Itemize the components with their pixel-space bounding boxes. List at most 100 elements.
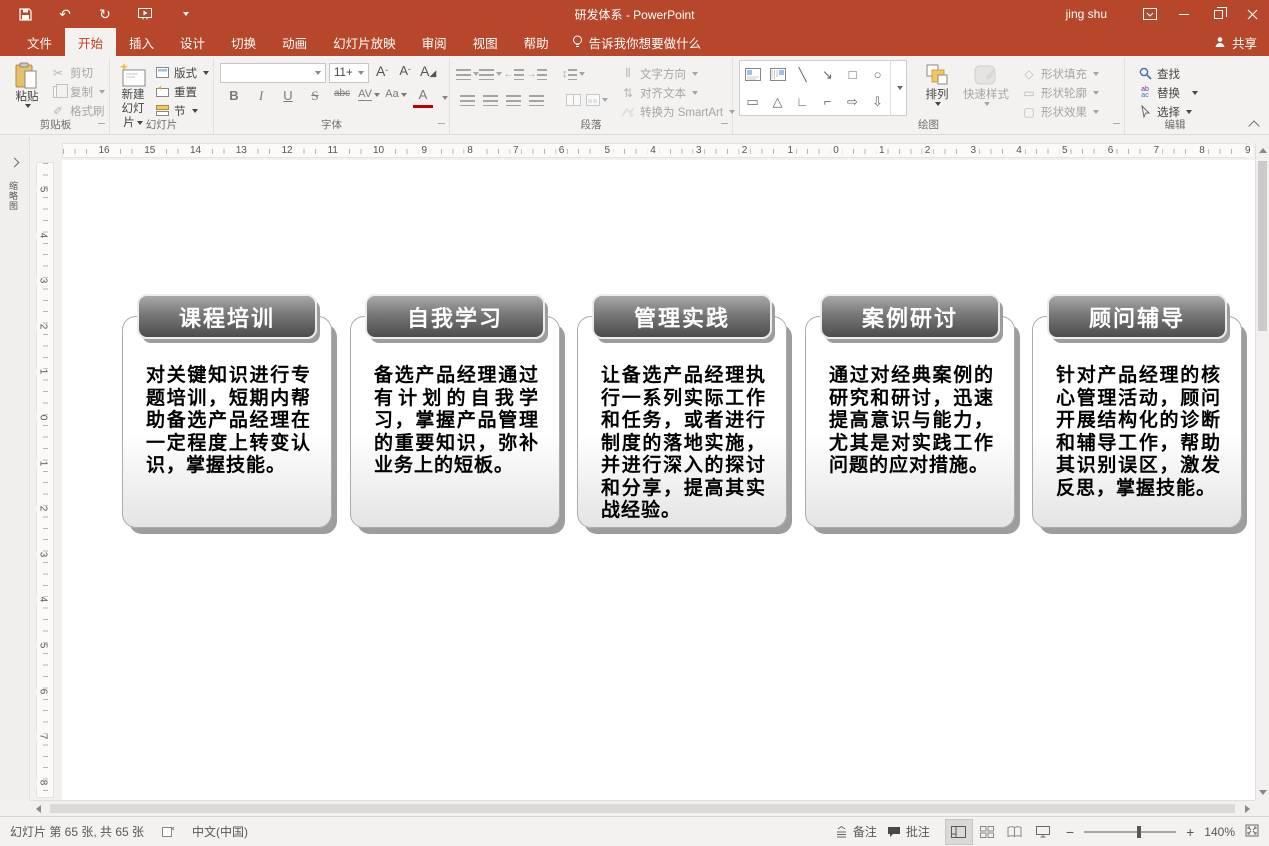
card-4[interactable]: 顾问辅导针对产品经理的核心管理活动，顾问开展结构化的诊断和辅导工作，帮助其识别误… xyxy=(1032,316,1242,528)
save-button[interactable] xyxy=(16,5,34,23)
slide-sorter-view-button[interactable] xyxy=(974,820,1000,844)
align-left-button[interactable] xyxy=(456,90,479,110)
reading-view-button[interactable] xyxy=(1002,820,1028,844)
minimize-button[interactable] xyxy=(1167,0,1201,28)
shape-gallery-more-button[interactable] xyxy=(890,61,906,115)
tab-2[interactable]: 插入 xyxy=(116,28,167,56)
tab-5[interactable]: 动画 xyxy=(269,28,320,56)
change-case-button[interactable]: Aa xyxy=(386,88,406,108)
tab-8[interactable]: 视图 xyxy=(460,28,511,56)
zoom-level[interactable]: 140% xyxy=(1204,825,1235,839)
clear-formatting-button[interactable]: A◢ xyxy=(418,63,438,83)
align-text-button[interactable]: ⇅对齐文本 xyxy=(620,83,735,102)
zoom-slider-handle[interactable] xyxy=(1137,826,1141,838)
scroll-down-button[interactable] xyxy=(1256,785,1269,800)
bold-button[interactable]: B xyxy=(224,88,244,108)
tab-3[interactable]: 设计 xyxy=(167,28,218,56)
card-body-text[interactable]: 让备选产品经理执行一系列实际工作和任务，或者进行制度的落地实施，并进行深入的探讨… xyxy=(578,317,786,523)
font-name-combobox[interactable] xyxy=(220,63,326,83)
quick-styles-button[interactable]: 快速样式 xyxy=(959,60,1013,106)
card-title[interactable]: 案例研讨 xyxy=(820,294,1000,339)
customize-qat-button[interactable] xyxy=(176,5,194,23)
vertical-scroll-thumb[interactable] xyxy=(1258,161,1267,331)
scroll-left-button[interactable] xyxy=(30,801,46,817)
strikethrough-button[interactable]: abc xyxy=(332,88,352,108)
card-body-text[interactable]: 对关键知识进行专题培训，短期内帮助备选产品经理在一定程度上转变认识，掌握技能。 xyxy=(123,317,331,478)
restore-button[interactable] xyxy=(1201,0,1235,28)
line-spacing-button[interactable]: ↕ xyxy=(562,64,585,84)
expand-thumbnails-icon[interactable] xyxy=(10,158,20,168)
share-button[interactable]: 共享 xyxy=(1214,28,1257,56)
justify-button[interactable] xyxy=(525,90,548,110)
layout-button[interactable]: 版式 xyxy=(154,63,209,82)
shape-glyph-9[interactable]: ⇩ xyxy=(865,88,890,115)
font-dialog-launcher[interactable] xyxy=(438,123,445,130)
shape-glyph-5[interactable]: △ xyxy=(765,88,790,115)
shape-glyph-7[interactable]: ⌐ xyxy=(815,88,840,115)
slideshow-view-button[interactable] xyxy=(1030,820,1056,844)
card-body-text[interactable]: 针对产品经理的核心管理活动，顾问开展结构化的诊断和辅导工作，帮助其识别误区，激发… xyxy=(1033,317,1241,500)
card-2[interactable]: 管理实践让备选产品经理执行一系列实际工作和任务，或者进行制度的落地实施，并进行深… xyxy=(577,316,787,528)
tab-4[interactable]: 切换 xyxy=(218,28,269,56)
paste-dropdown-icon[interactable] xyxy=(25,104,31,108)
shape-glyph-0[interactable]: ╲ xyxy=(790,61,815,88)
text-columns-dropdown[interactable] xyxy=(585,90,608,110)
arrange-button[interactable]: 排列 xyxy=(915,60,959,106)
textbox-vertical-icon[interactable] xyxy=(765,61,790,88)
card-body-text[interactable]: 备选产品经理通过有计划的自我学习，掌握产品管理的重要知识，弥补业务上的短板。 xyxy=(351,317,559,478)
undo-button[interactable]: ↶ xyxy=(56,5,74,23)
decrease-indent-button[interactable]: ← xyxy=(502,64,525,84)
increase-font-size-button[interactable]: Aˆ xyxy=(372,63,392,83)
clipboard-dialog-launcher[interactable] xyxy=(98,123,105,130)
zoom-out-button[interactable]: − xyxy=(1066,824,1074,840)
comments-button[interactable]: 批注 xyxy=(887,823,930,840)
spell-check-icon[interactable] xyxy=(160,825,176,839)
fit-slide-button[interactable] xyxy=(1245,824,1259,840)
shape-fill-button[interactable]: ◇形状填充 xyxy=(1021,64,1099,83)
notes-button[interactable]: 备注 xyxy=(835,823,877,840)
shape-glyph-1[interactable]: ↘ xyxy=(815,61,840,88)
card-body-text[interactable]: 通过对经典案例的研究和研讨，迅速提高意识与能力，尤其是对实践工作问题的应对措施。 xyxy=(806,317,1014,478)
zoom-slider[interactable] xyxy=(1084,831,1176,833)
increase-indent-button[interactable]: → xyxy=(525,64,548,84)
card-title[interactable]: 自我学习 xyxy=(365,294,545,339)
copy-button[interactable]: 复制 xyxy=(50,82,105,101)
card-0[interactable]: 课程培训对关键知识进行专题培训，短期内帮助备选产品经理在一定程度上转变认识，掌握… xyxy=(122,316,332,528)
start-slideshow-button[interactable] xyxy=(136,5,154,23)
align-right-button[interactable] xyxy=(502,90,525,110)
drawing-dialog-launcher[interactable] xyxy=(1113,123,1120,130)
card-title[interactable]: 课程培训 xyxy=(137,294,317,339)
reset-button[interactable]: 重置 xyxy=(154,82,209,101)
shape-outline-button[interactable]: ▭形状轮廓 xyxy=(1021,83,1099,102)
zoom-in-button[interactable]: + xyxy=(1186,824,1194,840)
character-spacing-button[interactable]: AV xyxy=(359,88,379,108)
find-button[interactable]: 查找 xyxy=(1137,64,1198,83)
normal-view-button[interactable] xyxy=(946,820,972,844)
tab-1[interactable]: 开始 xyxy=(65,28,116,56)
replace-button[interactable]: abac替换 xyxy=(1137,83,1198,102)
collapse-ribbon-button[interactable] xyxy=(1250,119,1259,128)
tab-0[interactable]: 文件 xyxy=(14,28,65,56)
thumbnail-pane-collapsed[interactable]: 缩略图 xyxy=(0,137,30,800)
card-title[interactable]: 顾问辅导 xyxy=(1047,294,1227,339)
italic-button[interactable]: I xyxy=(251,88,271,108)
font-color-button[interactable]: A xyxy=(413,88,433,108)
underline-button[interactable]: U xyxy=(278,88,298,108)
cut-button[interactable]: ✂剪切 xyxy=(50,63,105,82)
horizontal-scrollbar[interactable] xyxy=(30,800,1255,816)
paragraph-dialog-launcher[interactable] xyxy=(721,123,728,130)
tab-7[interactable]: 审阅 xyxy=(409,28,460,56)
scroll-right-button[interactable] xyxy=(1239,801,1255,817)
redo-button[interactable]: ↻ xyxy=(96,5,114,23)
shadow-strike-button[interactable]: S xyxy=(305,88,325,108)
ribbon-display-options-button[interactable] xyxy=(1133,0,1167,28)
font-color-dropdown-icon[interactable] xyxy=(442,96,448,100)
slide-number-indicator[interactable]: 幻灯片 第 65 张, 共 65 张 xyxy=(10,823,144,840)
font-size-combobox[interactable]: 11+ xyxy=(329,63,369,83)
shape-gallery[interactable]: ╲↘□○▭△∟⌐⇨⇩ xyxy=(739,60,907,116)
text-direction-button[interactable]: ⫴文字方向 xyxy=(620,64,735,83)
card-title[interactable]: 管理实践 xyxy=(592,294,772,339)
textbox-horizontal-icon[interactable] xyxy=(740,61,765,88)
language-indicator[interactable]: 中文(中国) xyxy=(192,823,248,840)
align-center-button[interactable] xyxy=(479,90,502,110)
